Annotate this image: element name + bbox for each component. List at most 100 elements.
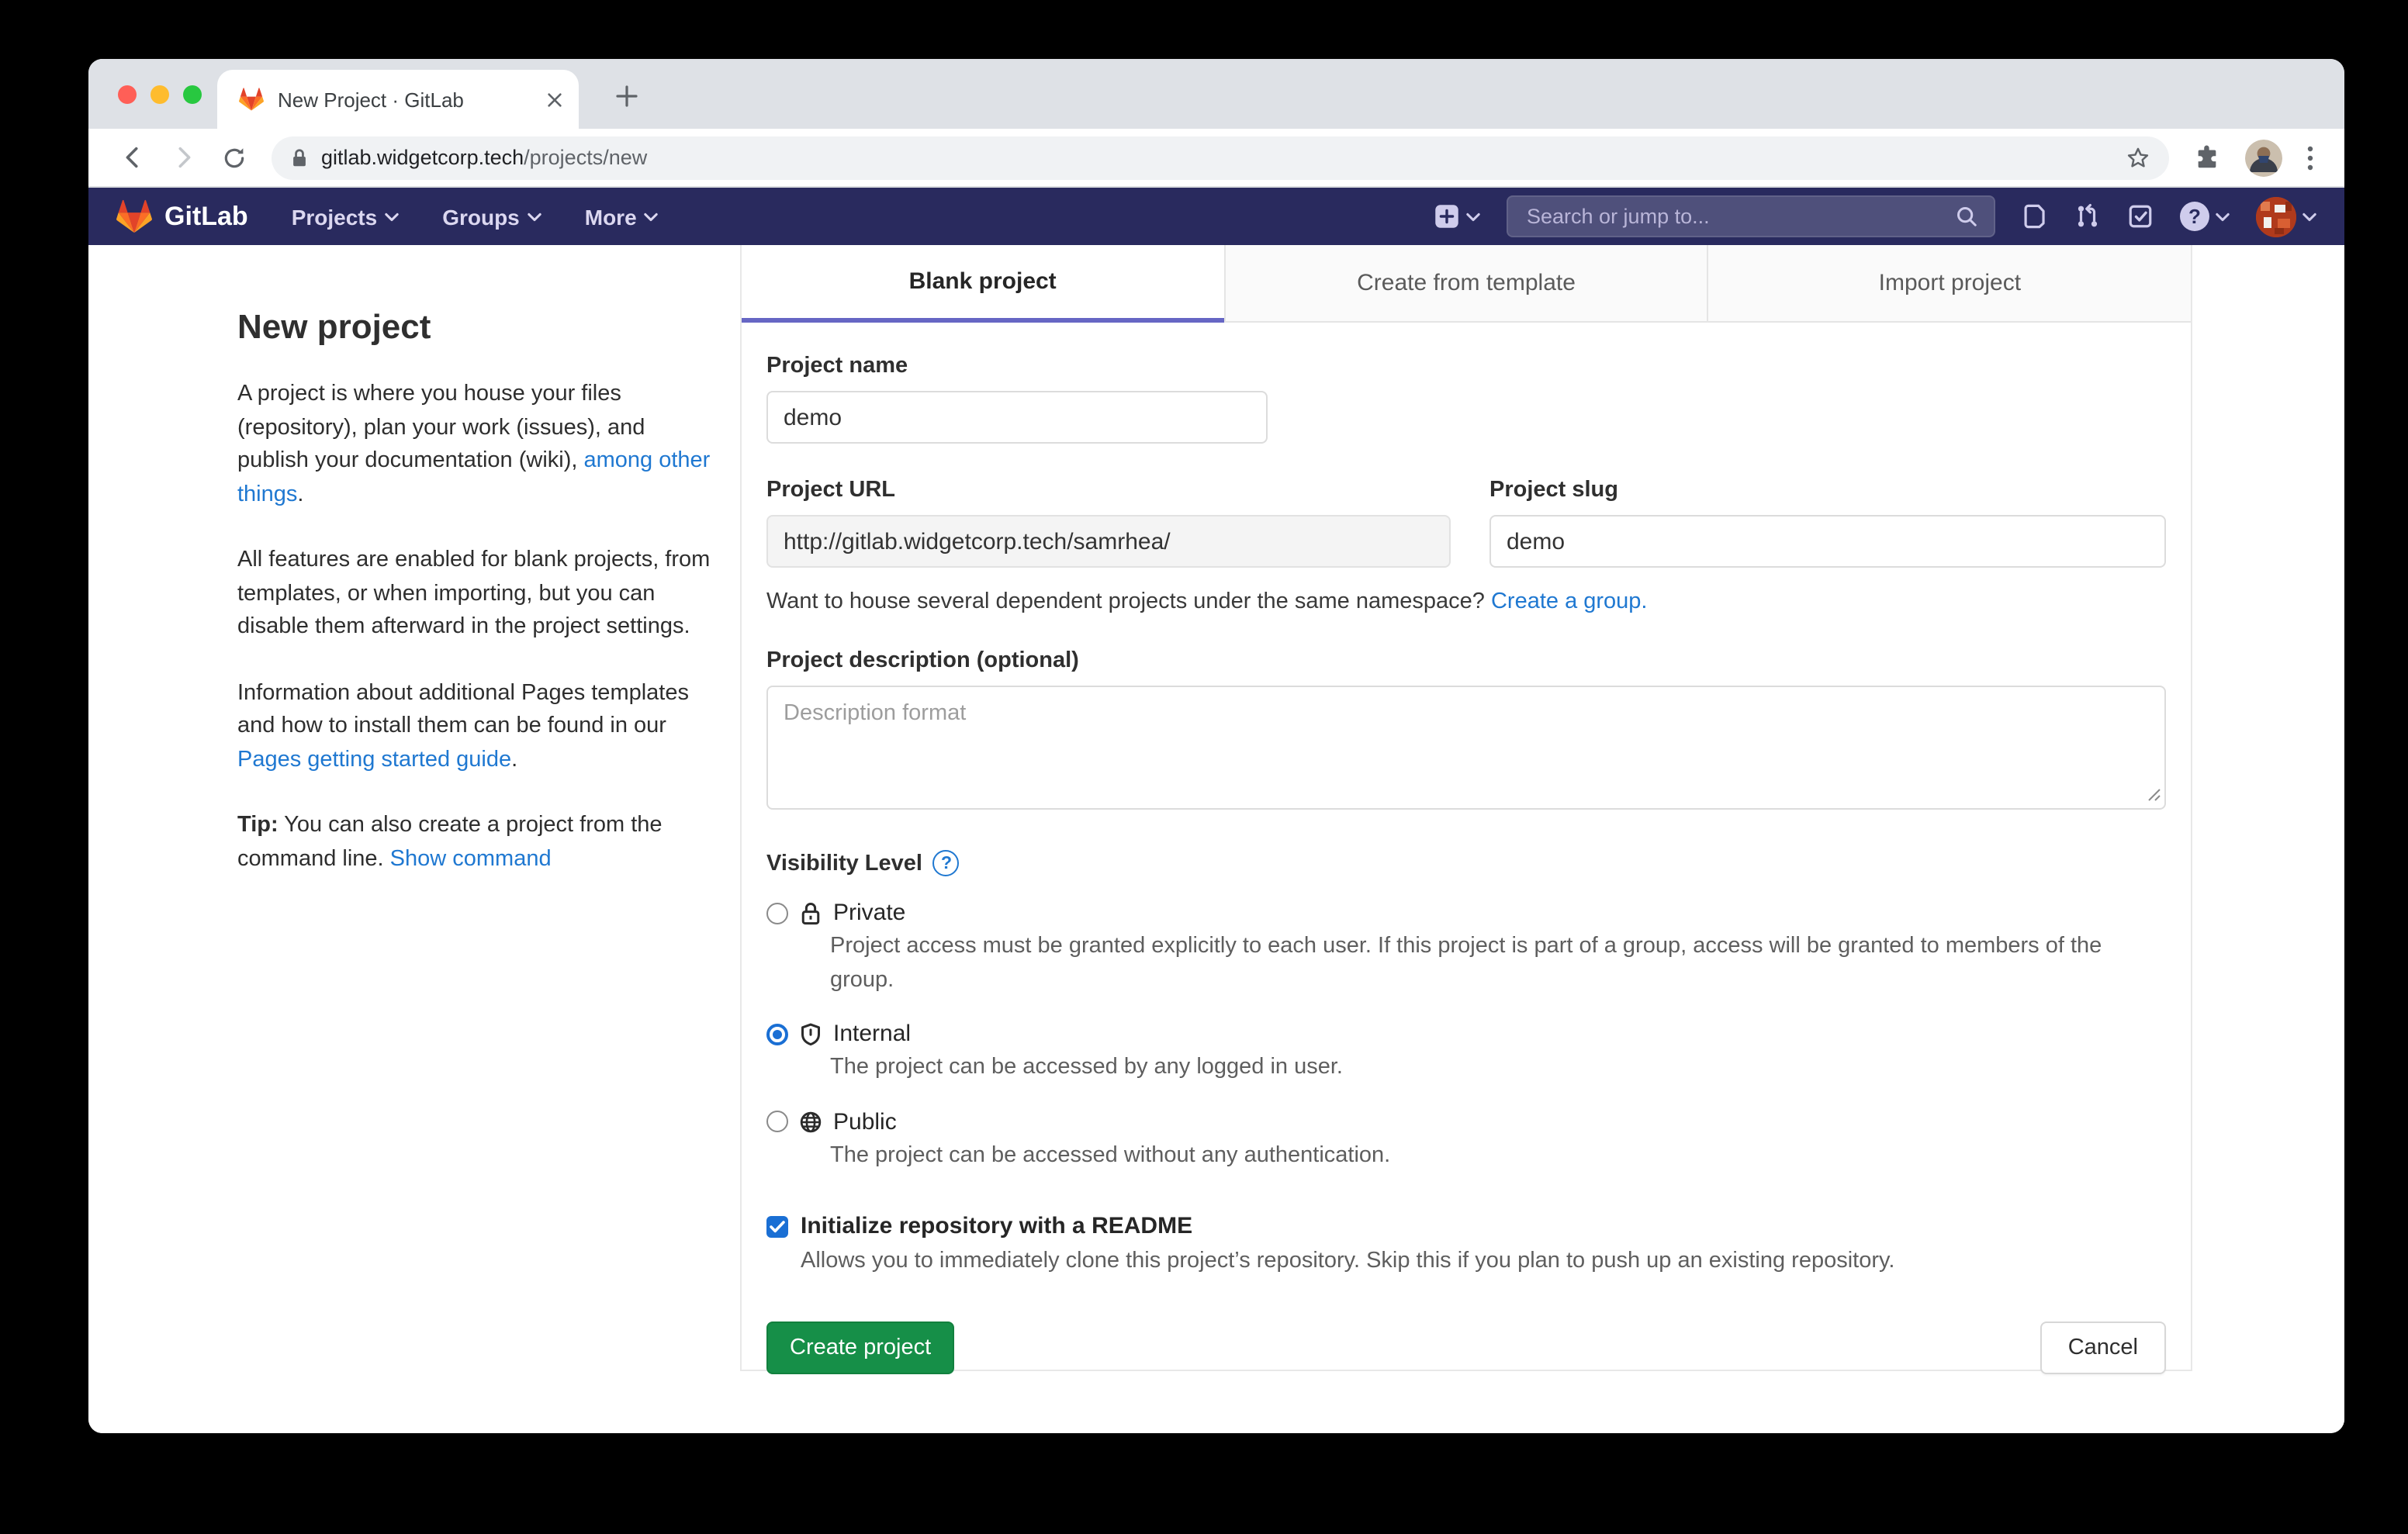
menu-projects[interactable]: Projects (292, 204, 400, 229)
project-slug-input[interactable] (1489, 515, 2166, 568)
browser-profile-avatar[interactable] (2245, 139, 2282, 176)
namespace-hint: Want to house several dependent projects… (766, 589, 2166, 614)
gitlab-tanuki-icon (116, 199, 152, 234)
refresh-icon[interactable] (222, 145, 247, 170)
project-slug-label: Project slug (1489, 478, 2166, 503)
page-content: New project A project is where you house… (88, 245, 2344, 1433)
navbar-search[interactable] (1507, 195, 1995, 237)
visibility-level-label: Visibility Level (766, 851, 922, 876)
public-radio[interactable] (766, 1111, 788, 1132)
tab-import-project[interactable]: Import project (1707, 245, 2191, 323)
url-slug-row: Project URL Project slug (766, 478, 2166, 568)
project-slug-column: Project slug (1489, 478, 2166, 568)
window-controls (118, 59, 202, 129)
gitlab-logo[interactable]: GitLab (116, 199, 248, 234)
help-icon: ? (2180, 202, 2209, 231)
todos-icon[interactable] (2127, 203, 2154, 230)
menu-more[interactable]: More (585, 204, 659, 229)
readme-checkbox[interactable] (766, 1215, 788, 1237)
sidebar-tip: Tip: You can also create a project from … (237, 810, 711, 876)
back-icon[interactable] (119, 144, 146, 171)
tab-create-from-template[interactable]: Create from template (1223, 245, 1707, 323)
create-project-button[interactable]: Create project (766, 1322, 954, 1374)
zoom-window-button[interactable] (183, 85, 202, 103)
issues-icon[interactable] (2022, 203, 2048, 230)
sidebar-paragraph: Information about additional Pages templ… (237, 677, 711, 777)
extensions-puzzle-icon[interactable] (2194, 144, 2220, 171)
project-url-column: Project URL (766, 478, 1451, 568)
menu-groups[interactable]: Groups (442, 204, 541, 229)
new-menu-button[interactable] (1434, 203, 1480, 230)
visibility-help-icon[interactable]: ? (933, 850, 960, 876)
paragraph-text: . (511, 747, 517, 772)
blank-project-form: Project name Project URL Project slug Wa… (742, 323, 2191, 1374)
plus-square-icon (1434, 203, 1460, 230)
menu-projects-label: Projects (292, 204, 378, 229)
readme-description: Allows you to immediately clone this pro… (801, 1246, 2166, 1278)
gitlab-brand-text: GitLab (164, 201, 248, 232)
private-radio[interactable] (766, 902, 788, 924)
chevron-down-icon (1466, 212, 1480, 221)
globe-icon (799, 1110, 822, 1133)
menu-more-label: More (585, 204, 637, 229)
public-option-description: The project can be accessed without any … (830, 1139, 2166, 1173)
private-option-label[interactable]: Private (833, 900, 905, 926)
chevron-down-icon (645, 212, 659, 221)
namespace-hint-text: Want to house several dependent projects… (766, 589, 1491, 614)
url-text: gitlab.widgetcorp.tech/projects/new (321, 146, 647, 169)
readme-row: Initialize repository with a README (766, 1213, 2166, 1239)
browser-tab[interactable]: New Project · GitLab (217, 70, 579, 129)
resize-grip-icon[interactable] (2147, 788, 2161, 802)
project-type-tabs: Blank project Create from template Impor… (742, 245, 2191, 323)
shield-icon (799, 1021, 822, 1046)
project-name-input[interactable] (766, 391, 1268, 444)
internal-radio[interactable] (766, 1023, 788, 1045)
close-window-button[interactable] (118, 85, 137, 103)
search-icon (1955, 205, 1978, 228)
visibility-option-private: Private Project access must be granted e… (766, 900, 2166, 997)
readme-label[interactable]: Initialize repository with a README (801, 1213, 1192, 1239)
show-command-link[interactable]: Show command (390, 846, 552, 871)
search-input[interactable] (1524, 203, 1955, 230)
browser-menu-icon[interactable] (2307, 145, 2313, 170)
tab-close-icon[interactable] (546, 91, 563, 108)
option-row: Public (766, 1108, 2166, 1135)
chevron-down-icon (385, 212, 399, 221)
new-tab-button[interactable] (610, 79, 644, 113)
private-option-description: Project access must be granted explicitl… (830, 931, 2166, 997)
tab-title: New Project · GitLab (278, 88, 532, 111)
cancel-button[interactable]: Cancel (2040, 1322, 2166, 1374)
tab-blank-project[interactable]: Blank project (742, 245, 1223, 323)
pages-guide-link[interactable]: Pages getting started guide (237, 747, 511, 772)
navbar-menu: Projects Groups More (292, 204, 659, 229)
chevron-down-icon (528, 212, 541, 221)
browser-window: New Project · GitLab (88, 59, 2344, 1433)
page-title: New project (237, 307, 711, 347)
create-a-group-link[interactable]: Create a group. (1491, 589, 1648, 614)
readme-section: Initialize repository with a README Allo… (766, 1213, 2166, 1278)
option-row: Internal (766, 1021, 2166, 1047)
user-menu-button[interactable] (2256, 196, 2316, 237)
user-avatar (2256, 196, 2296, 237)
internal-option-label[interactable]: Internal (833, 1021, 911, 1047)
tip-label: Tip: (237, 813, 279, 838)
bookmark-star-icon[interactable] (2126, 145, 2150, 170)
visibility-level-row: Visibility Level ? (766, 850, 2166, 876)
form-actions: Create project Cancel (766, 1322, 2166, 1374)
merge-requests-icon[interactable] (2074, 203, 2101, 230)
project-name-label: Project name (766, 354, 2166, 378)
sidebar-paragraph: A project is where you house your files … (237, 378, 711, 512)
description-textarea-wrap (766, 686, 2166, 810)
minimize-window-button[interactable] (150, 85, 169, 103)
project-description-textarea[interactable] (766, 686, 2166, 810)
project-description-label: Project description (optional) (766, 648, 2166, 673)
project-url-input[interactable] (766, 515, 1451, 568)
visibility-option-public: Public The project can be accessed witho… (766, 1108, 2166, 1173)
menu-groups-label: Groups (442, 204, 520, 229)
public-option-label[interactable]: Public (833, 1108, 897, 1135)
screen: New Project · GitLab (0, 0, 2408, 1534)
address-bar[interactable]: gitlab.widgetcorp.tech/projects/new (272, 136, 2169, 179)
sidebar-help-panel: New project A project is where you house… (237, 307, 711, 909)
forward-icon[interactable] (171, 144, 197, 171)
help-menu-button[interactable]: ? (2180, 202, 2230, 231)
